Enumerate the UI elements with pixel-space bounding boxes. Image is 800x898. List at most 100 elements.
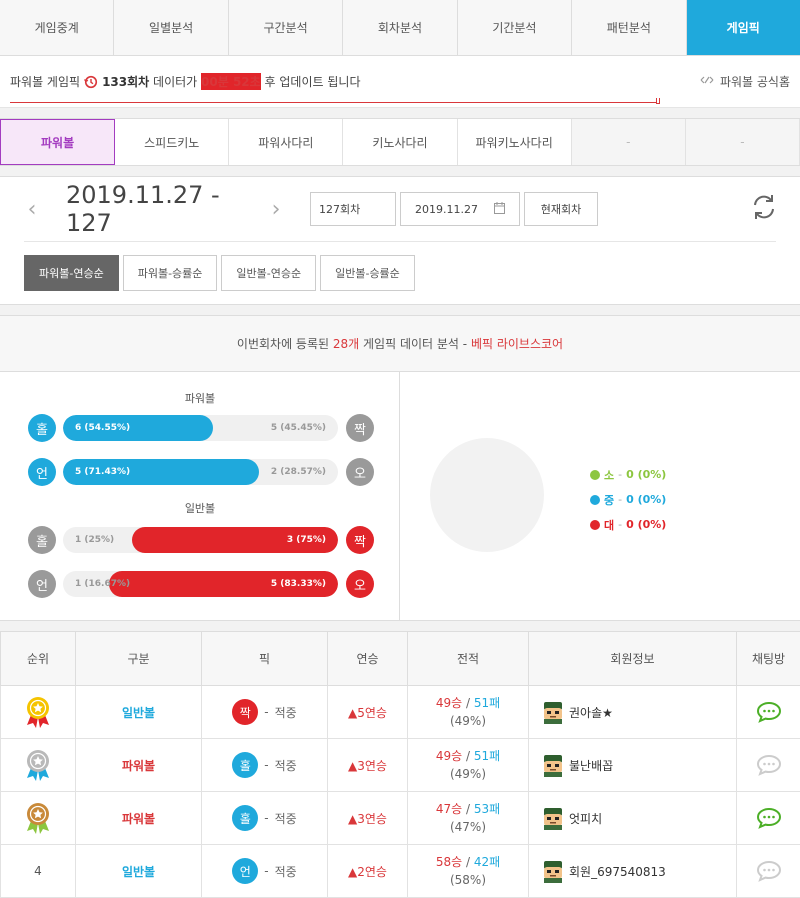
column-header: 회원정보: [529, 632, 737, 686]
refresh-icon[interactable]: [750, 193, 778, 221]
legend-dot: [590, 495, 600, 505]
member-cell[interactable]: 엇피치: [529, 792, 737, 845]
current-round-button[interactable]: 현재회차: [524, 192, 598, 226]
member-nickname[interactable]: 엇피치: [569, 810, 602, 827]
bar-right-value: 5 (45.45%): [271, 415, 326, 441]
pick-dash: -: [264, 705, 268, 719]
prev-round-chevron-icon[interactable]: ‹: [22, 197, 42, 222]
tab-gamepick[interactable]: 게임픽: [687, 0, 800, 55]
game-keno-ladder[interactable]: 키노사다리: [343, 119, 457, 165]
tab-daily[interactable]: 일별분석: [114, 0, 228, 55]
chat-bubble-icon[interactable]: [756, 754, 782, 776]
calendar-icon: [494, 202, 505, 217]
streak-value: ▲3연승: [348, 812, 387, 826]
game-empty-1: -: [572, 119, 686, 165]
record-wins: 58승: [436, 855, 462, 869]
game-speedkeno[interactable]: 스피드키노: [115, 119, 229, 165]
member-nickname[interactable]: 권아솔★: [569, 704, 613, 721]
bar-track: 1 (16.67%)5 (83.33%): [63, 571, 338, 597]
chat-cell[interactable]: [737, 845, 800, 898]
record-wins: 47승: [436, 802, 462, 816]
size-distribution: 소-0 (0%)중-0 (0%)대-0 (0%): [400, 372, 800, 620]
analysis-count: 28개: [333, 335, 359, 352]
pick-badge: 언: [232, 858, 258, 884]
tab-period[interactable]: 기간분석: [458, 0, 572, 55]
chat-bubble-icon[interactable]: [756, 807, 782, 829]
column-header: 연승: [328, 632, 408, 686]
category-label: 일반볼: [122, 865, 155, 879]
official-home-link[interactable]: 파워볼 공식홈: [699, 73, 790, 90]
analysis-head-mid: 게임픽 데이터 분석 -: [363, 335, 467, 352]
analysis-header: 이번회차에 등록된 28개 게임픽 데이터 분석 - 베픽 라이브스코어: [0, 316, 800, 372]
round-control: ‹ 2019.11.27 - 127 › 127회차 2019.11.27 현재…: [0, 176, 800, 305]
chat-cell[interactable]: [737, 792, 800, 845]
table-row: 일반볼짝-적중▲5연승49승 / 51패(49%)권아솔★: [1, 686, 800, 739]
category-cell: 일반볼: [76, 845, 202, 898]
category-cell: 파워볼: [76, 792, 202, 845]
table-row: 파워볼홀-적중▲3연승49승 / 51패(49%)불난배꼽: [1, 739, 800, 792]
pick-ranking-table: 순위구분픽연승전적회원정보채팅방 일반볼짝-적중▲5연승49승 / 51패(49…: [0, 631, 800, 898]
tab-round[interactable]: 회차분석: [343, 0, 457, 55]
chat-cell[interactable]: [737, 686, 800, 739]
bronze-medal-icon: [23, 801, 53, 835]
chat-cell[interactable]: [737, 739, 800, 792]
tab-pattern[interactable]: 패턴분석: [572, 0, 686, 55]
date-picker-value: 2019.11.27: [415, 203, 478, 216]
sort-powerball-streak[interactable]: 파워볼-연승순: [24, 255, 119, 291]
category-cell: 파워볼: [76, 739, 202, 792]
record-losses: 42패: [474, 855, 500, 869]
game-powerball[interactable]: 파워볼: [0, 119, 115, 165]
notice-prefix: 파워볼 게임픽: [10, 73, 80, 90]
record-cell: 58승 / 42패(58%): [408, 845, 529, 898]
member-cell[interactable]: 불난배꼽: [529, 739, 737, 792]
rank-cell: 4: [1, 845, 76, 898]
record-pct: (58%): [450, 873, 486, 887]
tab-live[interactable]: 게임중계: [0, 0, 114, 55]
bar-track: 6 (54.55%)5 (45.45%): [63, 415, 338, 441]
legend-sep: -: [618, 493, 622, 506]
bar-right-label: 오: [346, 570, 374, 598]
ratio-bar-row: 언5 (71.43%)2 (28.57%)오: [28, 458, 374, 486]
tab-section[interactable]: 구간분석: [229, 0, 343, 55]
normal-section-title: 일반볼: [0, 500, 400, 516]
column-header: 채팅방: [737, 632, 800, 686]
record-cell: 49승 / 51패(49%): [408, 739, 529, 792]
bar-left-value: 5 (71.43%): [75, 459, 130, 485]
streak-value: ▲5연승: [348, 706, 387, 720]
top-nav: 게임중계 일별분석 구간분석 회차분석 기간분석 패턴분석 게임픽: [0, 0, 800, 56]
avatar: [541, 753, 565, 777]
chat-bubble-icon[interactable]: [756, 860, 782, 882]
avatar: [541, 859, 565, 883]
next-round-chevron-icon[interactable]: ›: [266, 197, 286, 222]
notice-suffix: 후 업데이트 됩니다: [265, 73, 361, 90]
current-date-round: 2019.11.27 - 127: [66, 181, 248, 237]
game-powerkeno-ladder[interactable]: 파워키노사다리: [458, 119, 572, 165]
streak-cell: ▲2연승: [328, 845, 408, 898]
bar-track: 1 (25%)3 (75%): [63, 527, 338, 553]
legend-value: 0 (0%): [626, 493, 666, 506]
date-picker[interactable]: 2019.11.27: [400, 192, 520, 226]
bar-left-label: 언: [28, 458, 56, 486]
legend-item: 소-0 (0%): [590, 462, 666, 487]
chat-bubble-icon[interactable]: [756, 701, 782, 723]
ratio-bar-row: 홀1 (25%)3 (75%)짝: [28, 526, 374, 554]
sort-normal-rate[interactable]: 일반볼-승률순: [320, 255, 415, 291]
sort-normal-streak[interactable]: 일반볼-연승순: [221, 255, 316, 291]
member-nickname[interactable]: 회원_697540813: [569, 863, 666, 880]
game-power-ladder[interactable]: 파워사다리: [229, 119, 343, 165]
member-cell[interactable]: 권아솔★: [529, 686, 737, 739]
official-home-label: 파워볼 공식홈: [720, 73, 790, 90]
category-cell: 일반볼: [76, 686, 202, 739]
member-nickname[interactable]: 불난배꼽: [569, 757, 613, 774]
bar-right-label: 짝: [346, 526, 374, 554]
round-input[interactable]: 127회차: [310, 192, 396, 226]
column-header: 구분: [76, 632, 202, 686]
category-label: 파워볼: [122, 812, 155, 826]
member-cell[interactable]: 회원_697540813: [529, 845, 737, 898]
table-row: 파워볼홀-적중▲3연승47승 / 53패(47%)엇피치: [1, 792, 800, 845]
pick-dash: -: [264, 758, 268, 772]
sort-powerball-rate[interactable]: 파워볼-승률순: [123, 255, 218, 291]
pick-cell: 언-적중: [202, 845, 328, 898]
pick-badge: 홀: [232, 752, 258, 778]
rank-cell: [1, 686, 76, 739]
